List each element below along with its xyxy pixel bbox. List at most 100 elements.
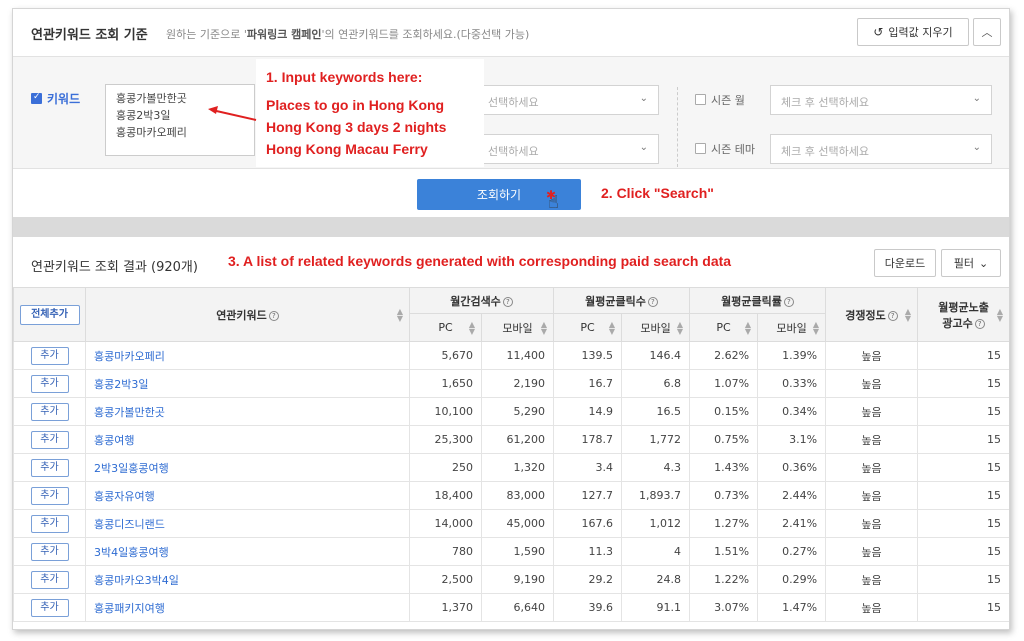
cell-c_mo: 1,893.7: [621, 481, 691, 510]
add-cell[interactable]: 추가: [13, 509, 86, 538]
help-icon[interactable]: ?: [268, 310, 279, 321]
season-month-select[interactable]: 체크 후 선택하세요 ⌄: [770, 85, 992, 115]
help-icon[interactable]: ?: [647, 296, 658, 307]
sort-icon: ▲ ▼: [744, 319, 752, 336]
cell-comp: 높음: [825, 565, 919, 594]
cell-s_mo: 5,290: [480, 397, 555, 426]
cell-kw[interactable]: 홍콩2박3일: [85, 369, 410, 398]
keyword-checkbox[interactable]: 키워드: [31, 90, 80, 107]
add-keyword-button[interactable]: 추가: [30, 542, 69, 561]
hand-cursor-icon: ☝: [548, 192, 559, 213]
help-icon[interactable]: ?: [887, 310, 898, 321]
add-keyword-button[interactable]: 추가: [30, 458, 69, 477]
add-keyword-button[interactable]: 추가: [30, 346, 69, 365]
clear-inputs-button[interactable]: ↺ 입력값 지우기: [857, 18, 969, 46]
cell-comp: 높음: [825, 369, 919, 398]
season-theme-checkbox[interactable]: 시즌 테마: [695, 141, 755, 157]
cell-kw[interactable]: 홍콩마카오3박4일: [85, 565, 410, 594]
download-button[interactable]: 다운로드: [874, 249, 936, 277]
cell-kw[interactable]: 홍콩가볼만한곳: [85, 397, 410, 426]
table-row: 추가 홍콩디즈니랜드 14,000 45,000 167.6 1,012 1.27% 2.41…: [13, 509, 1009, 538]
cell-kw[interactable]: 홍콩여행: [85, 425, 410, 454]
cell-c_pc: 127.7: [553, 481, 623, 510]
cell-kw[interactable]: 2박3일홍콩여행: [85, 453, 410, 482]
table-row: 추가 홍콩2박3일 1,650 2,190 16.7 6.8 1.07% 0.33% 높음 15: [13, 369, 1009, 398]
cell-r_mo: 0.29%: [757, 565, 827, 594]
sort-icon: ▲ ▼: [676, 319, 684, 336]
annotation-arrow: [208, 106, 257, 121]
cell-kw[interactable]: 홍콩디즈니랜드: [85, 509, 410, 538]
cell-ads: 15: [917, 397, 1009, 426]
table-row: 추가 홍콩패키지여행 1,370 6,640 39.6 91.1 3.07% 1.47% 높음 1…: [13, 593, 1009, 622]
subheader-pc[interactable]: PC ▲ ▼: [553, 313, 623, 342]
add-cell[interactable]: 추가: [13, 369, 86, 398]
cell-c_pc: 178.7: [553, 425, 623, 454]
cell-kw[interactable]: 3박4일홍콩여행: [85, 537, 410, 566]
add-keyword-button[interactable]: 추가: [30, 486, 69, 505]
help-icon[interactable]: ?: [502, 296, 513, 307]
add-cell[interactable]: 추가: [13, 397, 86, 426]
table-row: 추가 홍콩여행 25,300 61,200 178.7 1,772 0.75% 3.1% 높음 1…: [13, 425, 1009, 454]
sort-icon: ▲ ▼: [812, 319, 820, 336]
cell-s_mo: 6,640: [480, 593, 555, 622]
add-all-header: 전체추가: [13, 287, 86, 342]
season-theme-select[interactable]: 체크 후 선택하세요 ⌄: [770, 134, 992, 164]
competition-header[interactable]: 경쟁정도? ▲ ▼: [825, 287, 919, 342]
cell-ads: 15: [917, 593, 1009, 622]
cell-comp: 높음: [825, 593, 919, 622]
add-cell[interactable]: 추가: [13, 425, 86, 454]
add-cell[interactable]: 추가: [13, 537, 86, 566]
chevron-up-icon: ︿: [981, 26, 993, 39]
add-keyword-button[interactable]: 추가: [30, 430, 69, 449]
website-select[interactable]: 선택하세요 ⌄: [477, 85, 659, 115]
business-select[interactable]: 선택하세요 ⌄: [477, 134, 659, 164]
cell-s_mo: 2,190: [480, 369, 555, 398]
criteria-header: 연관키워드 조회 기준 원하는 기준으로 '파워링크 캠페인'의 연관키워드를 …: [13, 9, 1009, 57]
cell-r_mo: 3.1%: [757, 425, 827, 454]
cell-kw[interactable]: 홍콩마카오페리: [85, 341, 410, 370]
cell-kw[interactable]: 홍콩자유여행: [85, 481, 410, 510]
filter-button[interactable]: 필터 ⌄: [941, 249, 1001, 277]
cell-comp: 높음: [825, 537, 919, 566]
annotation-box: 1. Input keywords here: Places to go in …: [256, 59, 484, 167]
annotation-step2: 2. Click "Search": [601, 185, 714, 201]
cell-r_mo: 2.44%: [757, 481, 827, 510]
subheader-mobile[interactable]: 모바일 ▲ ▼: [480, 313, 555, 342]
subheader-pc[interactable]: PC ▲ ▼: [689, 313, 759, 342]
criteria-description: 원하는 기준으로 '파워링크 캠페인'의 연관키워드를 조회하세요.(다중선택 …: [166, 28, 530, 41]
subheader-mobile[interactable]: 모바일 ▲ ▼: [621, 313, 691, 342]
add-cell[interactable]: 추가: [13, 453, 86, 482]
ads-count-header[interactable]: 월평균노출 광고수? ▲ ▼: [917, 287, 1009, 342]
add-keyword-button[interactable]: 추가: [30, 570, 69, 589]
sort-icon: ▲ ▼: [904, 306, 912, 323]
checkbox-icon: [695, 94, 706, 105]
subheader-pc[interactable]: PC ▲ ▼: [409, 313, 482, 342]
cell-s_mo: 61,200: [480, 425, 555, 454]
table-row: 추가 홍콩마카오3박4일 2,500 9,190 29.2 24.8 1.22% 0.29% 높…: [13, 565, 1009, 594]
cell-s_mo: 1,590: [480, 537, 555, 566]
results-title: 연관키워드 조회 결과 (920개): [31, 260, 198, 275]
criteria-title: 연관키워드 조회 기준: [31, 28, 148, 43]
add-keyword-button[interactable]: 추가: [30, 402, 69, 421]
keyword-column-header[interactable]: 연관키워드? ▲ ▼: [85, 287, 410, 342]
help-icon[interactable]: ?: [974, 318, 985, 329]
add-cell[interactable]: 추가: [13, 593, 86, 622]
cell-kw[interactable]: 홍콩패키지여행: [85, 593, 410, 622]
subheader-mobile[interactable]: 모바일 ▲ ▼: [757, 313, 827, 342]
add-keyword-button[interactable]: 추가: [30, 514, 69, 533]
add-keyword-button[interactable]: 추가: [30, 374, 69, 393]
monthly-ctr-header: 월평균클릭률?: [689, 287, 827, 314]
season-month-checkbox[interactable]: 시즌 월: [695, 92, 745, 108]
cell-comp: 높음: [825, 509, 919, 538]
add-keyword-button[interactable]: 추가: [30, 598, 69, 617]
add-all-button[interactable]: 전체추가: [19, 304, 80, 325]
add-cell[interactable]: 추가: [13, 481, 86, 510]
add-cell[interactable]: 추가: [13, 565, 86, 594]
collapse-button[interactable]: ︿: [973, 18, 1001, 46]
cell-c_pc: 139.5: [553, 341, 623, 370]
annotation-step1: 1. Input keywords here: Places to go in …: [266, 69, 447, 157]
add-cell[interactable]: 추가: [13, 341, 86, 370]
cell-r_mo: 0.33%: [757, 369, 827, 398]
help-icon[interactable]: ?: [783, 296, 794, 307]
search-row: 조회하기: [13, 169, 1009, 217]
